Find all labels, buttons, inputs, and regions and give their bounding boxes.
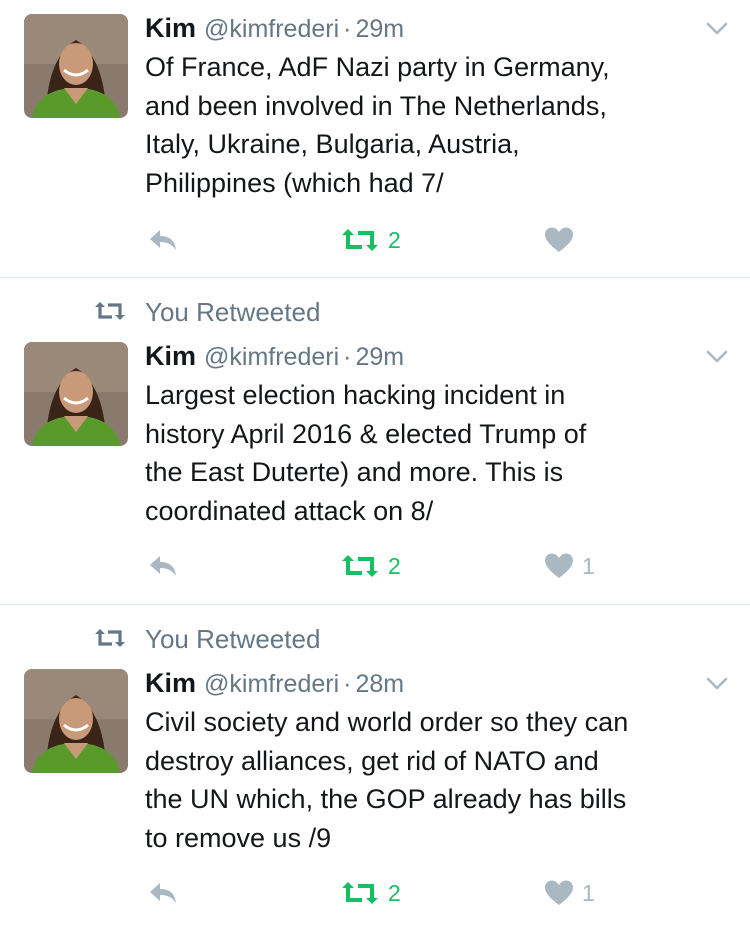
retweet-count: 2 bbox=[388, 879, 401, 906]
tweet[interactable]: You Retweeted Kim @kimfrederi · 29m Largest… bbox=[0, 278, 750, 605]
separator-dot: · bbox=[343, 343, 352, 371]
avatar[interactable] bbox=[24, 342, 128, 446]
user-handle[interactable]: @kimfrederi bbox=[204, 343, 339, 371]
display-name[interactable]: Kim bbox=[145, 341, 196, 371]
tweet-actions: 2 1 bbox=[0, 548, 750, 584]
chevron-down-icon[interactable] bbox=[706, 350, 728, 364]
separator-dot: · bbox=[343, 15, 352, 43]
retweet-count: 2 bbox=[388, 552, 401, 579]
like-count: 1 bbox=[582, 879, 595, 906]
tweet[interactable]: Kim @kimfrederi · 29m Of France, AdF Nazi p… bbox=[0, 0, 750, 278]
timestamp[interactable]: 28m bbox=[355, 670, 404, 698]
display-name[interactable]: Kim bbox=[145, 668, 196, 698]
retweet-icon bbox=[342, 555, 378, 577]
tweet-actions: 2 bbox=[0, 222, 750, 258]
retweeted-label: You Retweeted bbox=[145, 297, 321, 327]
tweet[interactable]: You Retweeted Kim @kimfrederi · 28m Civil s… bbox=[0, 605, 750, 928]
like-button[interactable]: 1 bbox=[544, 550, 595, 582]
user-handle[interactable]: @kimfrederi bbox=[204, 670, 339, 698]
chevron-down-icon[interactable] bbox=[706, 22, 728, 36]
user-handle[interactable]: @kimfrederi bbox=[204, 15, 339, 43]
retweet-count: 2 bbox=[388, 226, 401, 253]
avatar[interactable] bbox=[24, 669, 128, 773]
reply-icon[interactable] bbox=[148, 879, 178, 907]
display-name[interactable]: Kim bbox=[145, 13, 196, 43]
tweet-actions: 2 1 bbox=[0, 875, 750, 911]
retweet-icon bbox=[95, 302, 125, 320]
timestamp[interactable]: 29m bbox=[355, 15, 404, 43]
retweeted-indicator: You Retweeted bbox=[0, 623, 750, 655]
reply-icon[interactable] bbox=[148, 226, 178, 254]
chevron-down-icon[interactable] bbox=[706, 677, 728, 691]
tweet-text: Largest election hacking incident in his… bbox=[145, 380, 587, 526]
retweet-button[interactable]: 2 bbox=[340, 877, 401, 909]
like-count: 1 bbox=[582, 552, 595, 579]
avatar[interactable] bbox=[24, 14, 128, 118]
retweet-button[interactable]: 2 bbox=[340, 550, 401, 582]
retweet-icon bbox=[342, 229, 378, 251]
timestamp[interactable]: 29m bbox=[355, 343, 404, 371]
heart-icon bbox=[545, 880, 573, 905]
tweet-text: Of France, AdF Nazi party in Germany, an… bbox=[145, 52, 610, 198]
retweeted-indicator: You Retweeted bbox=[0, 296, 750, 328]
retweeted-label: You Retweeted bbox=[145, 624, 321, 654]
retweet-icon bbox=[342, 882, 378, 904]
retweet-button[interactable]: 2 bbox=[340, 224, 401, 256]
reply-icon[interactable] bbox=[148, 552, 178, 580]
retweet-icon bbox=[95, 629, 125, 647]
tweet-text: Civil society and world order so they ca… bbox=[145, 707, 629, 853]
heart-icon bbox=[545, 227, 573, 252]
separator-dot: · bbox=[343, 670, 352, 698]
tweet-header: Kim @kimfrederi · 29m bbox=[145, 338, 404, 374]
heart-icon bbox=[545, 553, 573, 578]
tweet-header: Kim @kimfrederi · 28m bbox=[145, 665, 404, 701]
tweet-header: Kim @kimfrederi · 29m bbox=[145, 10, 404, 46]
like-button[interactable] bbox=[544, 224, 582, 256]
like-button[interactable]: 1 bbox=[544, 877, 595, 909]
